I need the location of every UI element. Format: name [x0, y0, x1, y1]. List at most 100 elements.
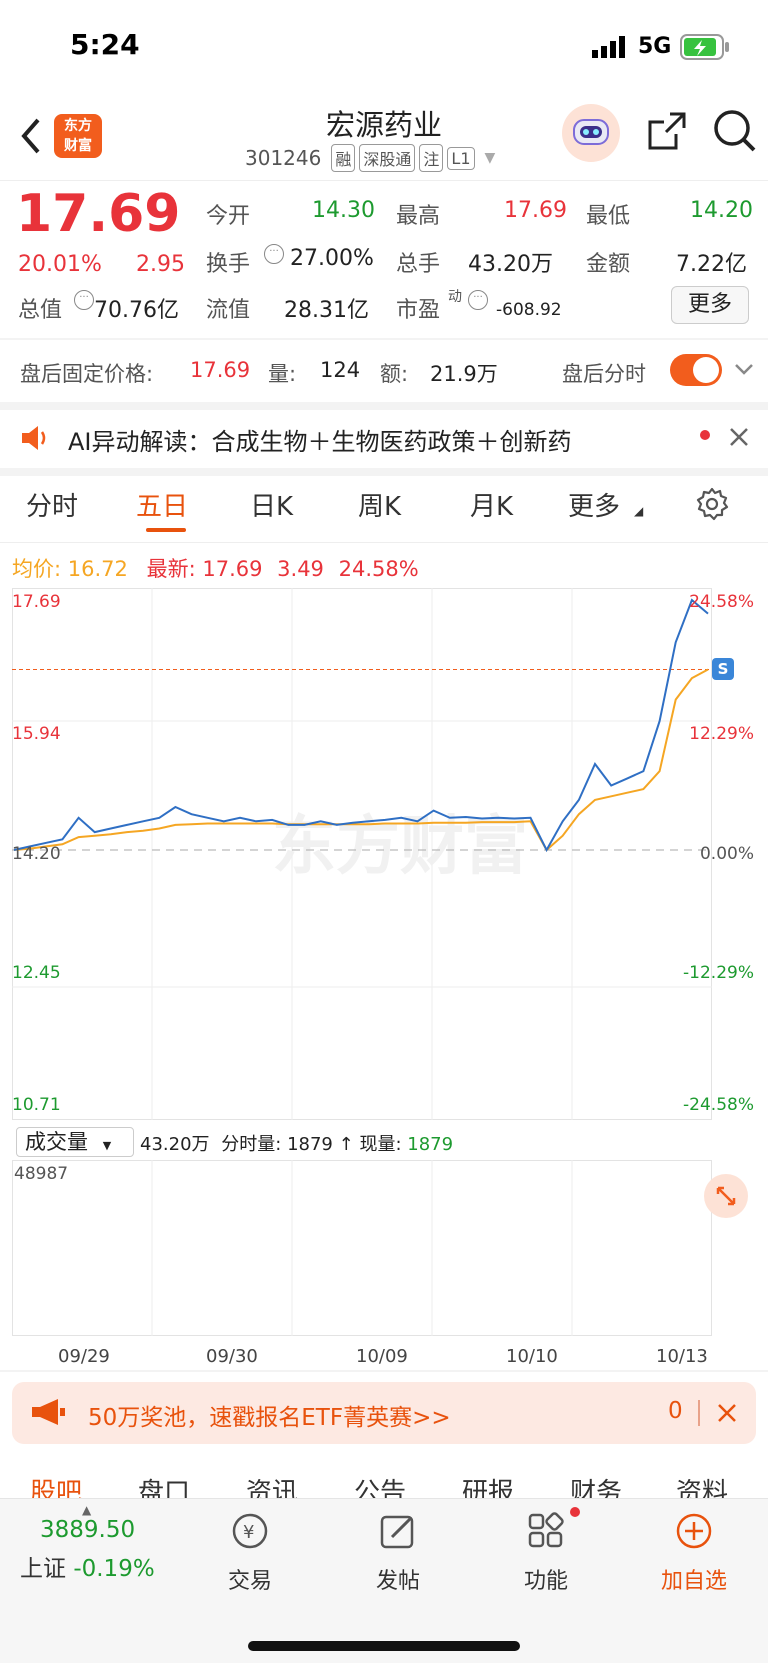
tab-weekly-k[interactable]: 周K — [358, 486, 401, 523]
lower-tab-profile[interactable]: 资料 — [676, 1472, 728, 1498]
tab-more[interactable]: 更多 — [568, 486, 620, 523]
volume-now: 1879 — [407, 1134, 454, 1155]
lower-tab-guba[interactable]: 股吧 — [30, 1472, 82, 1498]
afterhours-label: 盘后固定价格: — [20, 362, 154, 386]
float-label: 流值 — [206, 298, 251, 323]
high-value: 17.69 — [504, 198, 567, 223]
x-tick-1: 09/29 — [58, 1346, 110, 1367]
bottom-nav: ▲ 3889.50 上证 -0.19% ¥ 交易 发帖 功能 加自选 — [0, 1498, 768, 1663]
price-chart[interactable]: 东方财富 — [12, 588, 756, 1120]
info-dots-icon[interactable]: ··· — [468, 290, 488, 310]
mktcap-label: 总值 — [18, 298, 63, 323]
nav-add-watchlist[interactable]: 加自选 — [634, 1511, 754, 1595]
volume-selector[interactable]: 成交量 ▼ — [16, 1127, 134, 1157]
lower-tab-research[interactable]: 研报 — [462, 1472, 514, 1498]
afterhours-amt-label: 额: — [380, 362, 409, 386]
share-icon[interactable] — [646, 110, 688, 156]
status-bar: 5:24 5G — [0, 0, 768, 96]
amount-value: 7.22亿 — [676, 252, 747, 277]
lower-tabs: 股吧 盘口 资讯 公告 研报 财务 资料 — [0, 1460, 768, 1498]
y-right-top: 24.58% — [689, 592, 754, 612]
more-button[interactable]: 更多 — [671, 286, 749, 324]
plus-circle-icon — [676, 1513, 712, 1549]
tab-daily-k[interactable]: 日K — [250, 486, 293, 523]
index-change: -0.19% — [73, 1556, 155, 1582]
svg-text:¥: ¥ — [243, 1522, 254, 1543]
info-dots-icon[interactable]: ··· — [74, 290, 94, 310]
nav-post[interactable]: 发帖 — [338, 1511, 458, 1595]
lower-tab-finance[interactable]: 财务 — [570, 1472, 622, 1498]
lower-tab-orderbook[interactable]: 盘口 — [138, 1472, 190, 1498]
robot-assistant-icon[interactable] — [562, 104, 620, 162]
ai-banner-text[interactable]: AI异动解读：合成生物＋生物医药政策＋创新药 — [68, 422, 572, 457]
y-right-bottom: -24.58% — [683, 1095, 754, 1115]
chart-watermark: 东方财富 — [272, 810, 528, 884]
promo-text: 50万奖池，速戳报名ETF菁英赛>> — [88, 1405, 451, 1431]
volume-info: 43.20万 分时量: 1879 ↑ 现量: 1879 — [140, 1130, 453, 1156]
search-icon[interactable] — [712, 108, 758, 158]
y-left-upper: 15.94 — [12, 724, 61, 744]
tab-intraday[interactable]: 分时 — [26, 486, 78, 523]
tag-connect: 深股通 — [359, 144, 416, 172]
edit-icon — [380, 1515, 414, 1549]
status-time: 5:24 — [70, 28, 140, 61]
tab-monthly-k[interactable]: 月K — [470, 486, 513, 523]
gear-icon[interactable] — [694, 486, 730, 526]
low-label: 最低 — [586, 204, 631, 229]
nav-add-label: 加自选 — [660, 1569, 727, 1594]
up-arrow-icon: ↑ — [338, 1134, 354, 1155]
tag-margin: 融 — [331, 144, 356, 172]
chart-legend: 均价: 16.72 最新: 17.69 3.49 24.58% — [12, 553, 419, 583]
avg-value: 16.72 — [67, 557, 128, 581]
battery-icon — [680, 34, 730, 64]
chevron-down-icon[interactable] — [734, 362, 754, 381]
afterhours-vol: 124 — [320, 358, 361, 382]
afterhours-toggle[interactable] — [670, 354, 722, 386]
lower-tab-news[interactable]: 资讯 — [246, 1472, 298, 1498]
avg-label: 均价: — [12, 557, 62, 581]
turnover-label: 换手 — [206, 252, 251, 277]
afterhours-amt: 21.9万 — [430, 362, 498, 386]
notification-dot — [700, 430, 710, 440]
y-left-lower: 12.45 — [12, 963, 61, 983]
volume-now-label: 现量: — [359, 1134, 402, 1155]
lower-tab-announcements[interactable]: 公告 — [354, 1472, 406, 1498]
nav-functions[interactable]: 功能 — [486, 1511, 606, 1595]
mktcap-value: 70.76亿 — [94, 298, 179, 323]
high-label: 最高 — [396, 204, 441, 229]
nav-trade-label: 交易 — [227, 1569, 272, 1594]
volume-minute: 1879 — [287, 1134, 333, 1155]
grid-icon — [528, 1512, 564, 1548]
x-tick-4: 10/10 — [506, 1346, 558, 1367]
volume-selector-label: 成交量 — [25, 1130, 88, 1154]
caret-down-icon: ▼ — [102, 1139, 112, 1152]
s-marker-icon[interactable]: S — [712, 658, 734, 680]
promo-banner[interactable]: 50万奖池，速戳报名ETF菁英赛>> 0 — [12, 1382, 756, 1444]
nav-trade[interactable]: ¥ 交易 — [190, 1511, 310, 1595]
afterhours-vol-label: 量: — [268, 362, 297, 386]
info-dots-icon[interactable]: ··· — [264, 244, 284, 264]
tab-five-day[interactable]: 五日 — [136, 486, 188, 523]
nav-functions-label: 功能 — [523, 1569, 568, 1594]
index-widget[interactable]: ▲ 3889.50 上证 -0.19% — [20, 1503, 180, 1583]
y-left-bottom: 10.71 — [12, 1095, 61, 1115]
index-name: 上证 — [20, 1556, 66, 1582]
volume-chart[interactable] — [12, 1160, 756, 1340]
stock-header: 东方 财富 宏源药业 301246 融 深股通 注 L1 ▼ — [0, 96, 768, 180]
afterhours-toggle-label: 盘后分时 — [562, 362, 646, 386]
y-right-upper: 12.29% — [689, 724, 754, 744]
volume-total: 43.20万 — [140, 1134, 210, 1155]
open-value: 14.30 — [312, 198, 375, 223]
nav-post-label: 发帖 — [375, 1569, 420, 1594]
expand-icon[interactable] — [704, 1174, 748, 1218]
close-icon[interactable] — [716, 1402, 738, 1428]
up-triangle-icon: ▲ — [82, 1503, 92, 1517]
chevron-down-icon[interactable]: ▼ — [485, 150, 496, 166]
volume-value: 43.20万 — [468, 252, 553, 277]
amount-label: 金额 — [586, 252, 631, 277]
y-right-mid: 0.00% — [699, 844, 754, 864]
close-icon[interactable] — [728, 426, 750, 452]
volume-minute-label: 分时量: — [221, 1134, 282, 1155]
speaker-icon — [20, 424, 50, 456]
stock-subinfo: 301246 融 深股通 注 L1 ▼ — [245, 144, 495, 172]
